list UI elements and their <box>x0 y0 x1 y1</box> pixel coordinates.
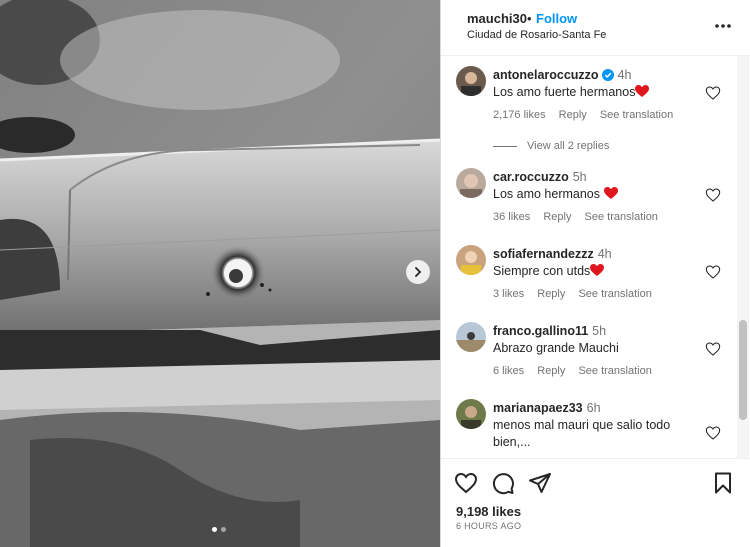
comment-username[interactable]: car.roccuzzo 5h <box>493 170 587 184</box>
carousel-indicator <box>212 527 226 532</box>
comment-time[interactable]: 6h <box>587 401 601 415</box>
comment-time[interactable]: 5h <box>592 324 606 338</box>
author-username[interactable]: mauchi30 <box>467 11 527 26</box>
heart-icon[interactable] <box>705 85 721 101</box>
replies-line <box>493 145 517 147</box>
follow-button[interactable]: Follow <box>536 11 577 26</box>
comment-username-text[interactable]: franco.gallino11 <box>493 324 588 338</box>
comment-icon[interactable] <box>491 471 515 495</box>
comment-text: menos mal mauri que salio todo bien,... <box>493 418 671 449</box>
heart-icon[interactable] <box>705 264 721 280</box>
post-photo <box>0 0 440 547</box>
comment-username-text[interactable]: marianapaez33 <box>493 401 583 415</box>
heart-icon[interactable] <box>454 471 478 495</box>
comment-text-content: Siempre con utds <box>493 264 591 278</box>
save-bookmark-icon[interactable] <box>711 471 735 495</box>
post-actions: 9,198 likes 6 HOURS AGO <box>441 458 750 547</box>
avatar[interactable] <box>456 399 486 429</box>
comment-time[interactable]: 4h <box>598 247 612 261</box>
post-timestamp[interactable]: 6 HOURS AGO <box>456 521 521 531</box>
comments-scrollbar-thumb[interactable] <box>739 320 747 420</box>
comment-text: Los amo hermanos <box>493 186 703 203</box>
next-arrow-icon <box>415 267 422 277</box>
comment-meta: 36 likes Reply See translation <box>493 211 668 223</box>
red-heart-emoji-icon <box>603 187 618 199</box>
carousel-dot-active <box>212 527 217 532</box>
comment-likes[interactable]: 3 likes <box>493 288 524 300</box>
comment-username-text[interactable]: car.roccuzzo <box>493 170 569 184</box>
see-translation-button[interactable]: See translation <box>600 109 673 121</box>
comment-username[interactable]: antonelaroccuzzo 4h <box>493 68 631 82</box>
comment-likes[interactable]: 36 likes <box>493 211 530 223</box>
heart-icon[interactable] <box>705 425 721 441</box>
verified-badge-icon <box>601 69 614 81</box>
avatar[interactable] <box>456 66 486 96</box>
avatar[interactable] <box>456 168 486 198</box>
red-heart-emoji-icon <box>635 85 650 97</box>
heart-icon[interactable] <box>705 187 721 203</box>
comment-username[interactable]: franco.gallino11 5h <box>493 324 606 338</box>
avatar[interactable] <box>456 245 486 275</box>
comment-text: Abrazo grande Mauchi <box>493 340 703 357</box>
see-translation-button[interactable]: See translation <box>578 288 651 300</box>
more-options-icon[interactable] <box>713 16 733 36</box>
post-location[interactable]: Ciudad de Rosario-Santa Fe <box>467 29 606 41</box>
comment-likes[interactable]: 2,176 likes <box>493 109 546 121</box>
red-heart-emoji-icon <box>590 264 605 276</box>
reply-button[interactable]: Reply <box>559 109 587 121</box>
comment-likes[interactable]: 6 likes <box>493 365 524 377</box>
comments-list: antonelaroccuzzo 4h Los amo fuerte herman… <box>441 56 737 458</box>
comment-username[interactable]: marianapaez33 6h <box>493 401 601 415</box>
comment-text-content: Los amo hermanos <box>493 187 601 201</box>
view-replies-text[interactable]: View all 2 replies <box>527 140 609 152</box>
reply-button[interactable]: Reply <box>543 211 571 223</box>
see-translation-button[interactable]: See translation <box>578 365 651 377</box>
carousel-dot <box>221 527 226 532</box>
see-translation-button[interactable]: See translation <box>585 211 658 223</box>
post-likes-count[interactable]: 9,198 likes <box>456 504 521 519</box>
heart-icon[interactable] <box>705 341 721 357</box>
comment-text-content: Abrazo grande Mauchi <box>493 341 619 355</box>
comment-meta: 6 likes Reply See translation <box>493 365 662 377</box>
view-replies-button[interactable]: View all 2 replies <box>493 140 609 152</box>
comment-username-text[interactable]: sofiafernandezzz <box>493 247 594 261</box>
comment-meta: 2,176 likes Reply See translation <box>493 109 683 121</box>
comment-text-content: Los amo fuerte hermanos <box>493 85 636 99</box>
carousel-next-button[interactable] <box>406 260 430 284</box>
avatar[interactable] <box>456 322 486 352</box>
post-details-panel: mauchi30 • Follow Ciudad de Rosario-Sant… <box>440 0 750 547</box>
comment-time[interactable]: 5h <box>573 170 587 184</box>
reply-button[interactable]: Reply <box>537 365 565 377</box>
comment-text: Siempre con utds <box>493 263 703 280</box>
photo-image <box>0 0 440 547</box>
comment-time[interactable]: 4h <box>618 68 632 82</box>
reply-button[interactable]: Reply <box>537 288 565 300</box>
share-icon[interactable] <box>528 471 552 495</box>
comment-username-text[interactable]: antonelaroccuzzo <box>493 68 599 82</box>
post-header: mauchi30 • Follow Ciudad de Rosario-Sant… <box>441 0 750 56</box>
header-separator: • <box>527 11 532 26</box>
comment-text: Los amo fuerte hermanos <box>493 84 703 101</box>
comment-meta: 3 likes Reply See translation <box>493 288 662 300</box>
comment-username[interactable]: sofiafernandezzz 4h <box>493 247 612 261</box>
